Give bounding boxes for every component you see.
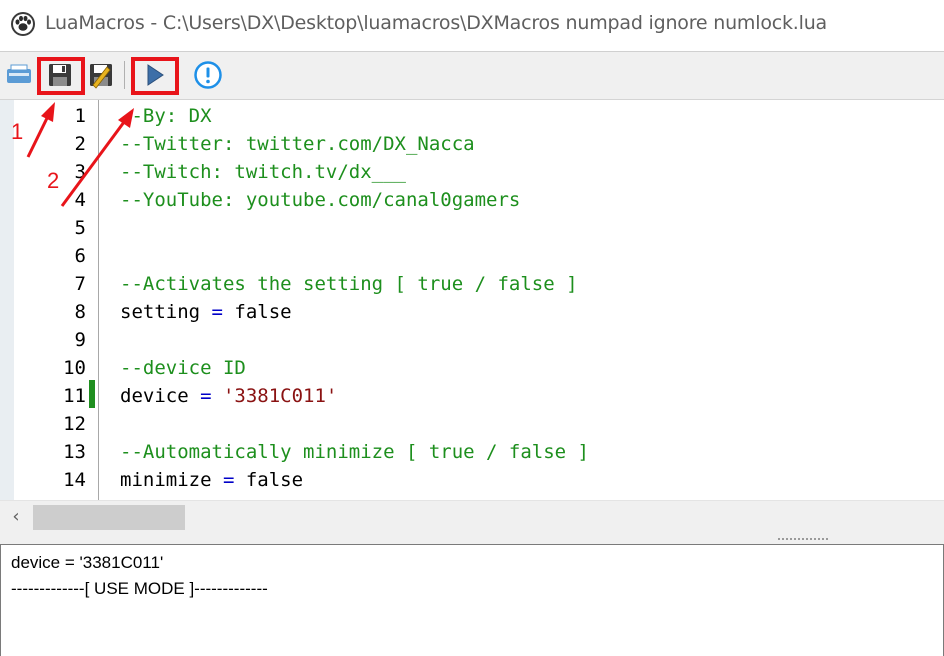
arrow-to-run [60, 117, 129, 207]
annotation-label-2: 2 [47, 168, 60, 193]
annotation-label-1: 1 [11, 119, 24, 144]
arrow-head-save [41, 102, 55, 122]
annotation-arrows [26, 102, 134, 207]
